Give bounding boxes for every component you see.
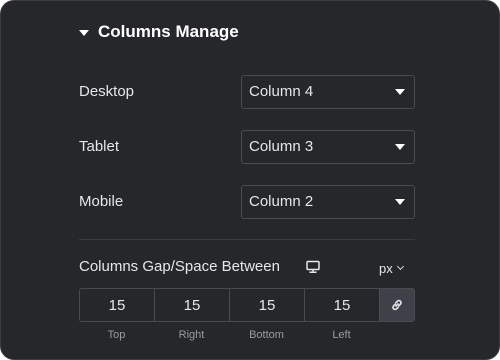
unit-label: px xyxy=(379,260,393,276)
caret-down-icon xyxy=(79,29,89,36)
unit-select[interactable]: px xyxy=(379,258,404,278)
tablet-columns-select[interactable]: Column 3 xyxy=(241,130,415,164)
link-icon xyxy=(392,299,402,311)
gap-dimension-labels: Top Right Bottom Left xyxy=(79,328,379,342)
gap-right-input[interactable] xyxy=(155,289,230,321)
mobile-row: Mobile Column 2 xyxy=(79,185,415,219)
gap-left-input[interactable] xyxy=(305,289,380,321)
chevron-down-icon xyxy=(396,262,404,271)
mobile-columns-select[interactable]: Column 2 xyxy=(241,185,415,219)
mobile-columns-value: Column 2 xyxy=(249,193,314,210)
gap-bottom-input[interactable] xyxy=(230,289,305,321)
section-divider xyxy=(79,239,415,240)
desktop-columns-value: Column 4 xyxy=(249,83,314,100)
tablet-columns-value: Column 3 xyxy=(249,138,314,155)
columns-gap-label: Columns Gap/Space Between xyxy=(79,258,280,275)
gap-dimensions xyxy=(79,288,415,322)
gap-right-label: Right xyxy=(178,329,205,341)
monitor-icon[interactable] xyxy=(306,260,320,274)
gap-left-label: Left xyxy=(332,329,351,341)
gap-bottom-label: Bottom xyxy=(249,329,284,341)
desktop-columns-select[interactable]: Column 4 xyxy=(241,75,415,109)
link-values-button[interactable] xyxy=(380,289,414,321)
columns-manage-panel: Columns Manage Desktop Column 4 Tablet C… xyxy=(0,0,500,360)
gap-top-input[interactable] xyxy=(80,289,155,321)
section-title: Columns Manage xyxy=(98,22,239,41)
mobile-label: Mobile xyxy=(79,193,124,210)
caret-down-icon xyxy=(395,89,405,95)
tablet-label: Tablet xyxy=(79,138,120,155)
columns-manage-toggle[interactable]: Columns Manage xyxy=(79,21,239,43)
caret-down-icon xyxy=(395,199,405,205)
tablet-row: Tablet Column 3 xyxy=(79,130,415,164)
gap-top-label: Top xyxy=(107,329,126,341)
desktop-row: Desktop Column 4 xyxy=(79,75,415,109)
caret-down-icon xyxy=(395,144,405,150)
desktop-label: Desktop xyxy=(79,83,135,100)
